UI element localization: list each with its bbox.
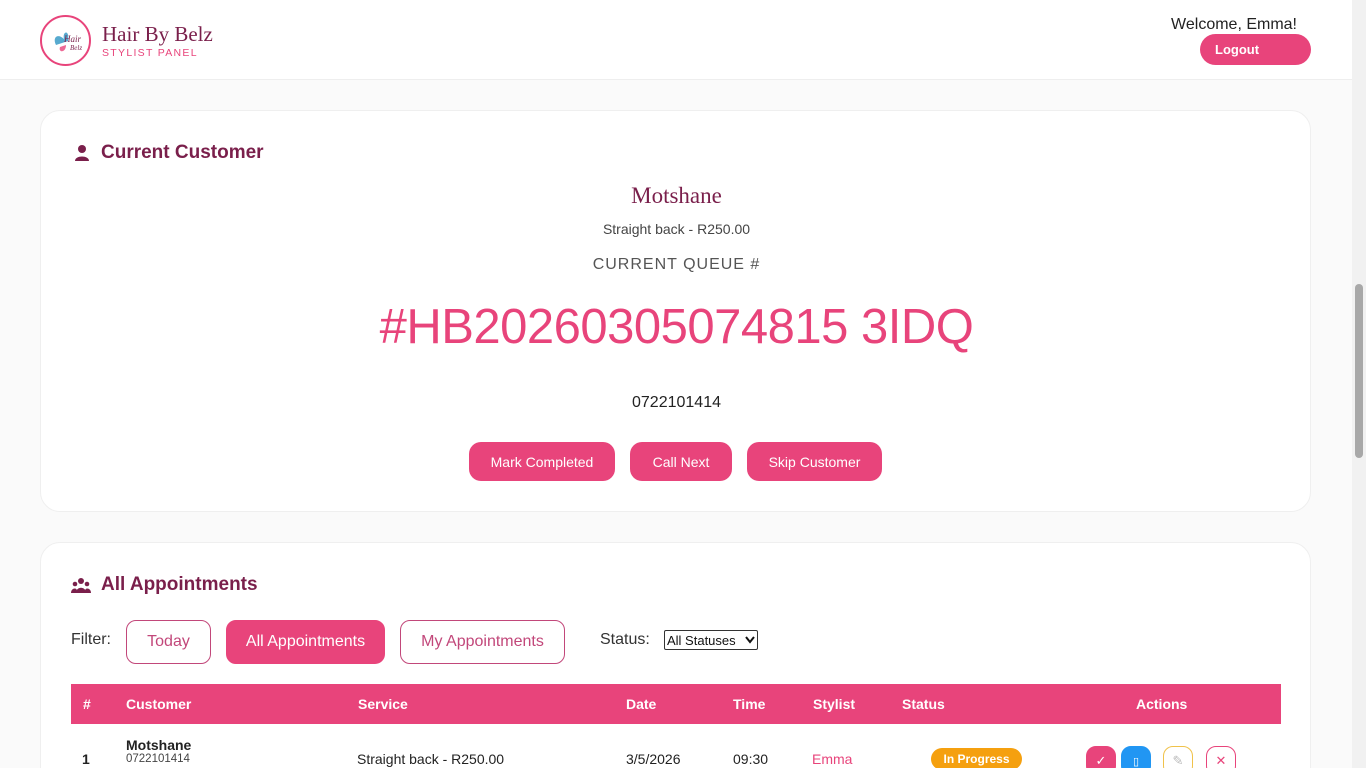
col-time: Time [733, 696, 766, 712]
row-service: Straight back - R250.00 [357, 751, 505, 767]
row-customer-phone: 0722101414 [126, 753, 190, 765]
edit-icon: ✎ [1172, 753, 1184, 768]
welcome-text: Welcome, Emma! [1171, 16, 1297, 33]
row-time: 09:30 [733, 751, 769, 767]
row-stylist: Emma [812, 751, 853, 767]
svg-text:Hair: Hair [63, 34, 82, 44]
complete-action-button[interactable]: ✓ [1086, 746, 1116, 768]
status-badge: In Progress [931, 748, 1022, 768]
logo-butterfly-icon: Hair Belz [54, 32, 82, 52]
brand-logo[interactable]: Hair Belz [40, 15, 91, 66]
logout-button[interactable]: Logout [1200, 34, 1311, 65]
col-stylist: Stylist [813, 696, 856, 712]
table-header: # Customer Service Date Time Stylist Sta… [71, 684, 1281, 724]
col-status: Status [902, 696, 945, 712]
status-select[interactable]: All Statuses [664, 630, 758, 650]
row-num: 1 [82, 751, 90, 767]
customer-service: Straight back - R250.00 [602, 221, 751, 237]
row-date: 3/5/2026 [626, 751, 681, 767]
filter-all-button[interactable]: All Appointments [226, 620, 385, 664]
chevron-down-icon [745, 636, 755, 644]
svg-text:Belz: Belz [70, 44, 82, 52]
table-row: 1 Motshane 0722101414 Straight back - R2… [71, 724, 1281, 768]
clipboard-icon: ▯ [1132, 755, 1140, 768]
filter-label: Filter: [71, 631, 111, 648]
col-num: # [83, 696, 91, 712]
filter-today-button[interactable]: Today [126, 620, 211, 664]
mark-completed-button[interactable]: Mark Completed [469, 442, 615, 481]
call-next-button[interactable]: Call Next [630, 442, 732, 481]
skip-customer-button[interactable]: Skip Customer [747, 442, 882, 481]
appointments-heading: All Appointments [71, 574, 258, 596]
col-date: Date [626, 696, 657, 712]
queue-label: CURRENT QUEUE # [592, 256, 761, 273]
details-action-button[interactable]: ▯ [1121, 746, 1151, 768]
close-icon: ✕ [1215, 753, 1227, 768]
cancel-action-button[interactable]: ✕ [1206, 746, 1236, 768]
appointments-card: All Appointments Filter: Today All Appoi… [40, 542, 1311, 768]
brand-subtitle: STYLIST PANEL [102, 47, 198, 59]
filter-mine-button[interactable]: My Appointments [400, 620, 565, 664]
appointments-title: All Appointments [101, 574, 258, 595]
col-service: Service [358, 696, 408, 712]
scrollbar-thumb[interactable] [1355, 284, 1363, 458]
status-filter-label: Status: [600, 631, 650, 648]
row-customer-name: Motshane [126, 737, 192, 753]
current-customer-heading: Current Customer [73, 142, 264, 164]
current-customer-title: Current Customer [101, 142, 264, 163]
top-header: Hair Belz Hair By Belz STYLIST PANEL Wel… [0, 0, 1352, 80]
group-icon [71, 578, 91, 593]
check-icon: ✓ [1095, 753, 1107, 768]
page-scrollbar[interactable] [1352, 0, 1366, 768]
col-customer: Customer [126, 696, 192, 712]
user-icon [75, 145, 89, 161]
col-actions: Actions [1136, 696, 1188, 712]
edit-action-button[interactable]: ✎ [1163, 746, 1193, 768]
customer-phone: 0722101414 [632, 394, 721, 411]
brand-name: Hair By Belz [102, 22, 213, 46]
queue-number: #HB20260305074815 3IDQ [379, 300, 974, 354]
customer-name: Motshane [631, 183, 722, 208]
current-customer-card: Current Customer Motshane Straight back … [40, 110, 1311, 512]
status-select-value: All Statuses [667, 632, 736, 648]
